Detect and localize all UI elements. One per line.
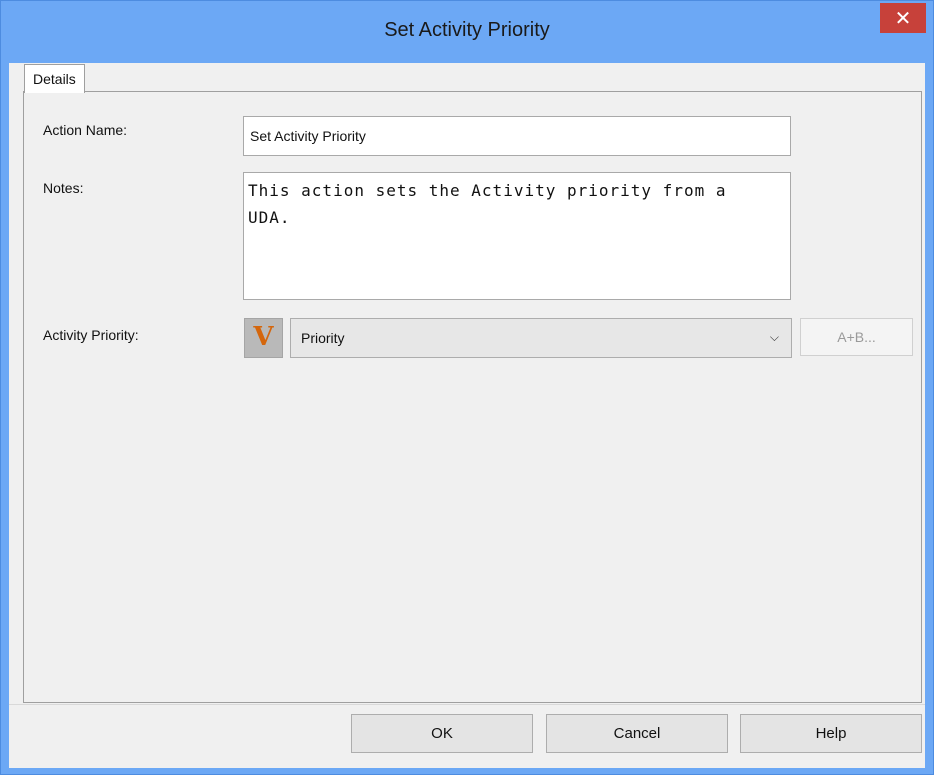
notes-label: Notes: [43,180,84,196]
close-icon: ✕ [894,6,912,30]
activity-priority-label: Activity Priority: [43,327,139,343]
details-panel: Action Name: Notes: This action sets the… [23,91,922,703]
footer-divider [9,704,925,705]
dialog-body: Details Action Name: Notes: This action … [9,63,925,768]
close-button[interactable]: ✕ [880,3,926,33]
help-button[interactable]: Help [740,714,922,753]
action-name-label: Action Name: [43,122,128,138]
notes-textarea[interactable]: This action sets the Activity priority f… [243,172,791,300]
ok-button[interactable]: OK [351,714,533,753]
activity-priority-select[interactable]: Priority ⌵ [290,318,792,358]
title-bar[interactable]: Set Activity Priority ✕ [1,1,933,63]
cancel-button[interactable]: Cancel [546,714,728,753]
action-name-input[interactable] [243,116,791,156]
dialog-window: Set Activity Priority ✕ Details Action N… [0,0,934,775]
tab-details[interactable]: Details [24,64,85,93]
chevron-down-icon: ⌵ [769,330,779,344]
window-title: Set Activity Priority [384,19,550,41]
variable-icon[interactable]: V [244,318,283,358]
expression-builder-button[interactable]: A+B... [800,318,913,356]
activity-priority-value: Priority [301,330,345,346]
